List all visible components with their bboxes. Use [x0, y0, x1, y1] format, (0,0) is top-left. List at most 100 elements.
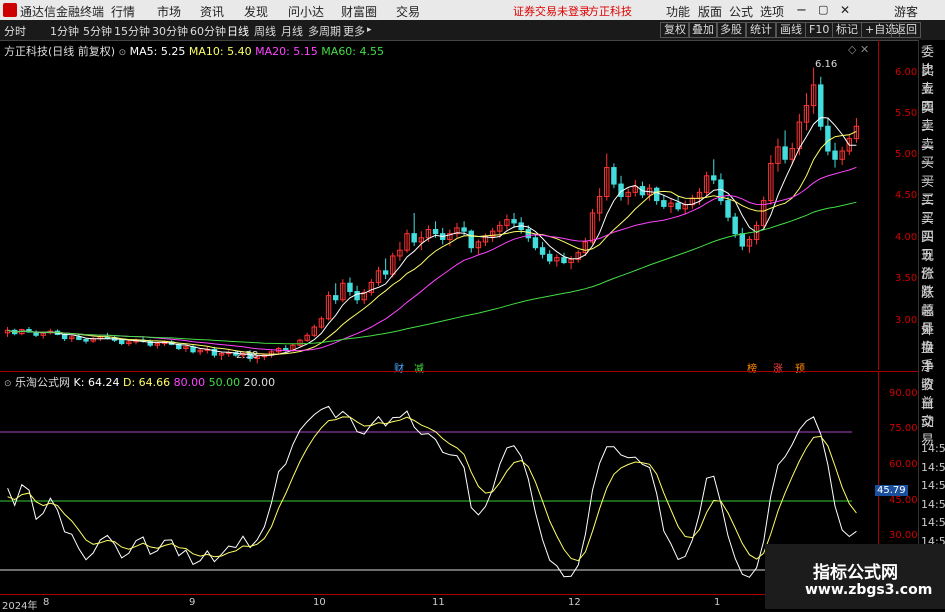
candle-body: [653, 187, 660, 202]
candle-body: [825, 125, 831, 152]
candle-body: [190, 346, 196, 353]
menu-item[interactable]: 财富圈: [341, 3, 377, 20]
period-tab-5min[interactable]: 5分钟: [83, 23, 112, 39]
candle-body: [739, 233, 746, 247]
x-tick: 1: [714, 597, 721, 608]
main-y-axis: 6.00 5.50 5.00 4.50 4.00 3.50 3.00: [878, 40, 919, 370]
adjust-button[interactable]: 复权: [660, 22, 690, 38]
y-tick: 5.50: [895, 108, 918, 119]
y-tick: 6.00: [895, 67, 918, 78]
y-tick: 75.00: [889, 423, 918, 434]
period-tab-daily[interactable]: 日线: [227, 23, 249, 39]
quote-side-panel: 委比 卖五 卖四 卖三 卖二 卖一 买一 买二 买三 买四 买五 现价 涨跌 涨幅 总量 外盘 换手 净资 收益 自动…: [918, 40, 945, 609]
f10-button[interactable]: F10: [805, 22, 834, 38]
period-tab-1min[interactable]: 1分钟: [50, 23, 79, 39]
period-tab-more[interactable]: 更多: [343, 23, 365, 39]
y-tick: 3.00: [895, 315, 918, 326]
event-marker-limit-up[interactable]: 涨: [773, 360, 783, 375]
event-marker-finance[interactable]: 财: [394, 360, 404, 375]
app-logo-icon: [3, 3, 17, 17]
low-price-label: 2.58: [236, 350, 259, 361]
period-tab-weekly[interactable]: 周线: [254, 23, 276, 39]
period-toolbar: 分时 1分钟 5分钟 15分钟 30分钟 60分钟 日线 周线 月线 多周期 更…: [0, 20, 945, 41]
candle-body: [511, 219, 517, 224]
event-marker-reduce[interactable]: 减: [414, 360, 424, 375]
candle-body: [611, 167, 617, 185]
y-tick: 45.00: [889, 495, 918, 506]
menu-item[interactable]: 市场: [157, 3, 181, 20]
kd-indicator-chart[interactable]: [0, 386, 878, 593]
maximize-button[interactable]: ▢: [818, 3, 828, 16]
watermark-title: 指标公式网: [813, 563, 898, 583]
candlestick-chart[interactable]: [0, 56, 878, 370]
candle-body: [468, 230, 474, 249]
menu-item[interactable]: 资讯: [200, 3, 224, 20]
menu-item[interactable]: 发现: [244, 3, 268, 20]
minimize-button[interactable]: −: [796, 3, 807, 18]
y-tick: 60.00: [889, 459, 918, 470]
high-price-label: 6.16: [815, 59, 838, 70]
candle-body: [525, 229, 532, 239]
candle-body: [675, 202, 681, 210]
y-tick: 30.00: [889, 530, 918, 541]
side-panel-label: 14:56: [921, 442, 945, 455]
menu-options[interactable]: 选项: [760, 3, 784, 20]
candle-body: [661, 200, 667, 207]
event-marker-forecast[interactable]: 预: [795, 360, 805, 375]
candle-body: [461, 227, 467, 232]
x-tick: 8: [43, 597, 50, 608]
menu-item[interactable]: 交易: [396, 3, 420, 20]
menu-function[interactable]: 功能: [666, 3, 690, 20]
candle-body: [118, 339, 125, 345]
stock-name: 方正科技: [588, 5, 632, 18]
period-tab-multi[interactable]: 多周期: [308, 23, 341, 39]
menu-item[interactable]: 问小达: [288, 3, 324, 20]
menu-formula[interactable]: 公式: [729, 3, 753, 20]
close-button[interactable]: ✕: [840, 3, 850, 17]
app-title: 通达信金融终端: [20, 5, 105, 19]
candle-body: [546, 253, 553, 262]
y-tick: 90.00: [889, 388, 918, 399]
overlay-button[interactable]: 叠加: [688, 22, 718, 38]
candle-body: [432, 229, 439, 235]
menu-layout[interactable]: 版面: [698, 3, 722, 20]
candle-body: [732, 216, 738, 235]
y-tick: 4.50: [895, 190, 918, 201]
x-tick: 9: [189, 597, 196, 608]
candle-body: [818, 84, 824, 127]
login-status[interactable]: 证券交易未登录: [513, 3, 590, 19]
watermark-url: www.zbgs3.com: [805, 582, 933, 598]
period-tab-15min[interactable]: 15分钟: [114, 23, 150, 39]
back-button[interactable]: 返回: [891, 22, 921, 38]
candle-body: [711, 175, 717, 181]
period-tab-30min[interactable]: 30分钟: [152, 23, 188, 39]
chart-settings-icons[interactable]: ◇ ✕: [848, 43, 869, 56]
period-tab-intraday[interactable]: 分时: [4, 23, 26, 39]
candle-body: [354, 291, 360, 301]
candle-body: [76, 336, 82, 340]
crosshair-value-label: 45.79: [875, 485, 908, 496]
candle-body: [83, 338, 89, 342]
candle-body: [382, 270, 389, 275]
side-panel-label: 14:56: [921, 497, 945, 511]
multi-stock-button[interactable]: 多股: [716, 22, 746, 38]
x-axis: 2024年 8 9 10 11 12 1: [0, 594, 878, 612]
user-label[interactable]: 游客: [894, 3, 918, 20]
period-tab-monthly[interactable]: 月线: [281, 23, 303, 39]
candle-body: [539, 247, 546, 255]
menu-item[interactable]: 行情: [111, 3, 135, 20]
y-tick: 4.00: [895, 232, 918, 243]
draw-line-button[interactable]: 画线: [776, 22, 806, 38]
title-bar: 通达信金融终端 行情 市场 资讯 发现 问小达 财富圈 交易 证券交易未登录 方…: [0, 0, 945, 20]
mark-button[interactable]: 标记: [832, 22, 862, 38]
side-panel-label: 14:56: [921, 460, 945, 474]
candle-body: [347, 282, 353, 293]
stats-button[interactable]: 统计: [746, 22, 776, 38]
y-tick: 5.00: [895, 149, 918, 160]
more-dropdown-icon[interactable]: ▸: [367, 25, 372, 35]
candle-body: [782, 146, 788, 160]
event-marker-list[interactable]: 榜: [747, 360, 757, 375]
x-tick: 10: [313, 597, 326, 608]
period-tab-60min[interactable]: 60分钟: [190, 23, 226, 39]
candle-body: [832, 150, 838, 160]
